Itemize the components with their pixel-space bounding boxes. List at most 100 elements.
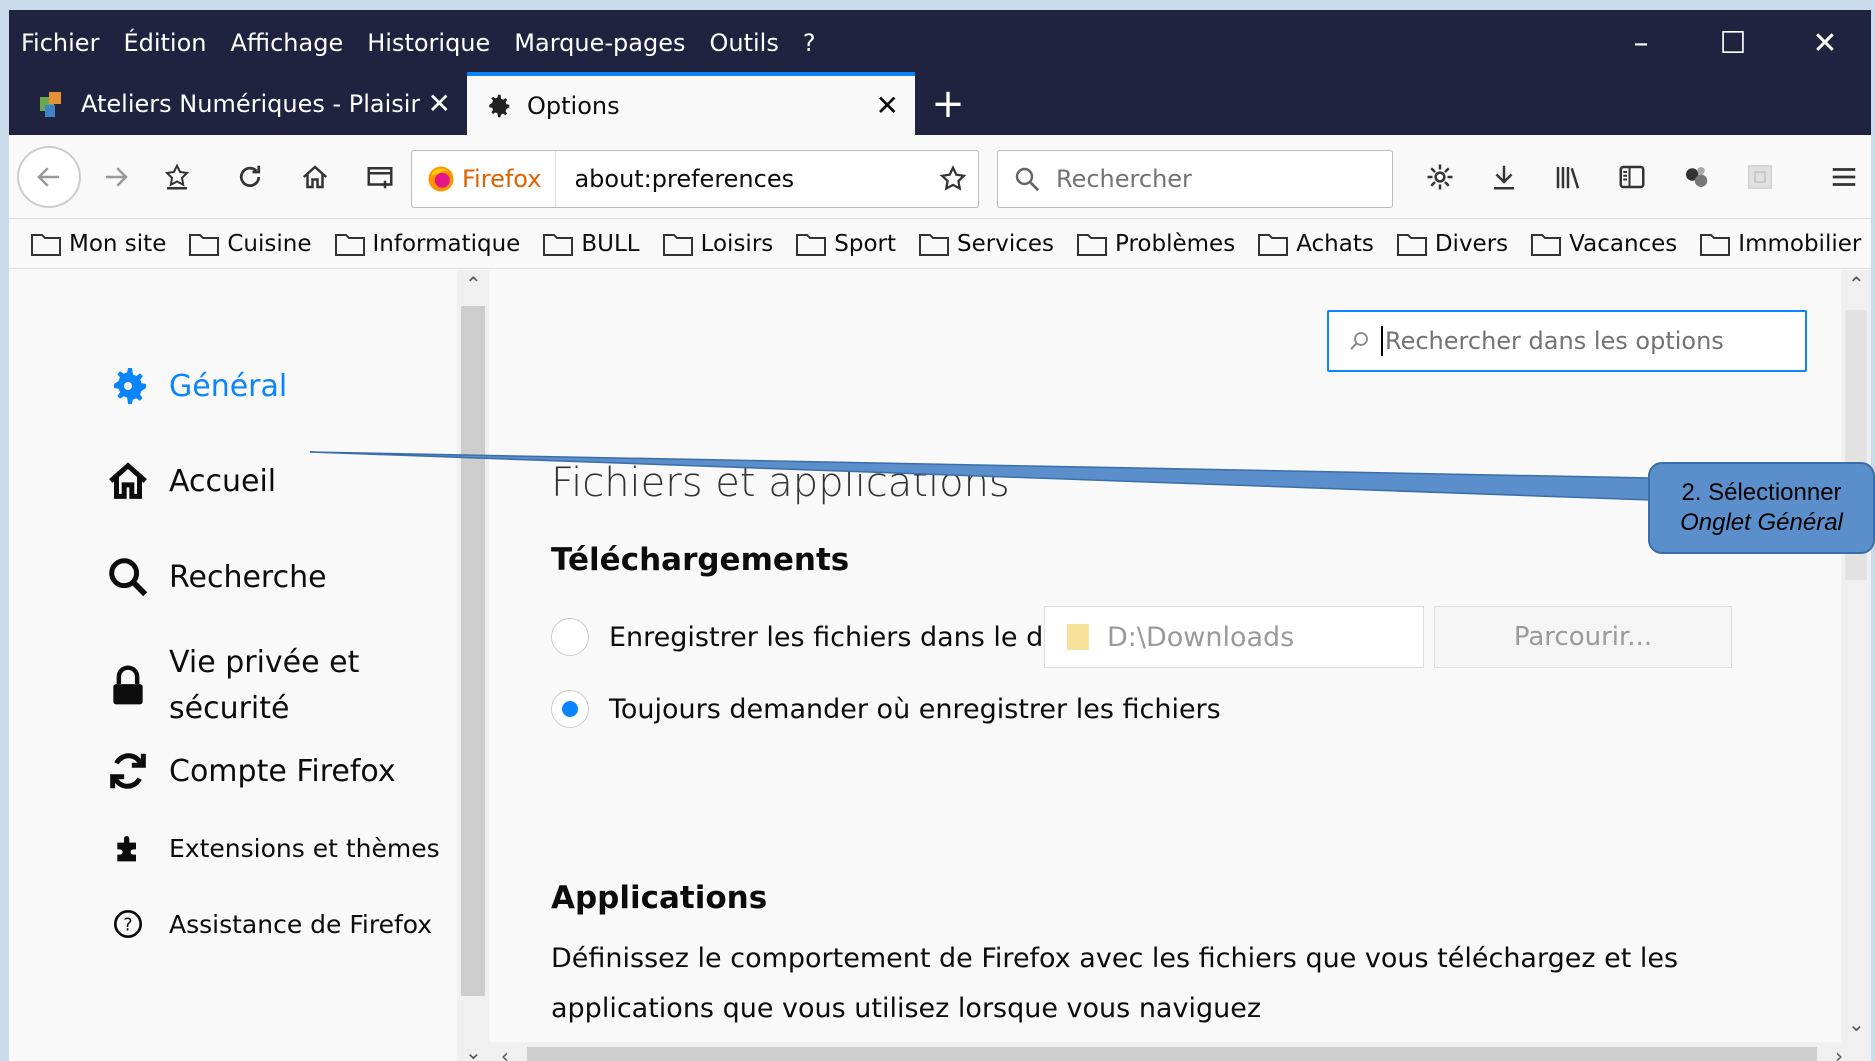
settings-button[interactable] — [1417, 146, 1463, 208]
category-general[interactable]: Général — [95, 362, 287, 410]
reload-button[interactable] — [227, 146, 273, 208]
bookmark-label: Problèmes — [1115, 230, 1236, 257]
bookmark-folder[interactable]: Mon site — [31, 231, 166, 257]
bookmark-folder[interactable]: Cuisine — [189, 231, 312, 257]
menu-fichier[interactable]: Fichier — [21, 29, 99, 57]
folder-icon — [334, 233, 365, 256]
radio-save-folder[interactable]: Enregistrer les fichiers dans le dossier — [551, 618, 1123, 656]
disabled-extension-icon — [1748, 165, 1772, 189]
bookmark-folder[interactable]: Informatique — [334, 231, 520, 257]
category-accueil[interactable]: Accueil — [95, 458, 276, 504]
scroll-up-arrow[interactable]: ⌃ — [1848, 272, 1865, 296]
tab-title: Ateliers Numériques - Plaisir — [81, 89, 421, 118]
category-compte-firefox[interactable]: Compte Firefox — [95, 748, 396, 794]
category-label-block: Vie privée et sécurité — [169, 640, 359, 732]
bookmark-label: Loisirs — [700, 230, 774, 257]
library-button[interactable] — [1545, 146, 1591, 208]
scroll-down-arrow[interactable]: ⌄ — [465, 1040, 482, 1061]
svg-text:?: ? — [123, 916, 132, 936]
category-label: Assistance de Firefox — [169, 909, 433, 939]
close-window-button[interactable]: ✕ — [1779, 18, 1871, 68]
bookmark-folder[interactable]: Problèmes — [1077, 231, 1235, 257]
scroll-right-arrow[interactable]: › — [1835, 1044, 1843, 1061]
bookmark-folder[interactable]: Services — [919, 231, 1054, 257]
menu-bar: Fichier Édition Affichage Historique Mar… — [21, 18, 840, 68]
tab-ateliers[interactable]: Ateliers Numériques - Plaisir ✕ — [21, 72, 467, 135]
folder-icon — [1067, 624, 1089, 650]
bookmark-star-button[interactable] — [928, 164, 978, 194]
bookmark-folder[interactable]: Immobilier — [1700, 231, 1861, 257]
radio-button[interactable] — [551, 618, 589, 656]
menu-outils[interactable]: Outils — [709, 29, 778, 57]
title-bar: Fichier Édition Affichage Historique Mar… — [9, 10, 1871, 135]
url-bar[interactable]: Firefox about:preferences — [411, 150, 979, 208]
download-icon — [1494, 165, 1514, 190]
pocket-button[interactable] — [1737, 146, 1783, 208]
extension-button[interactable] — [1673, 146, 1719, 208]
search-icon — [1015, 167, 1040, 192]
home-icon — [302, 165, 328, 189]
maximize-button[interactable]: ☐ — [1687, 18, 1779, 68]
bookmark-folder[interactable]: Sport — [796, 231, 896, 257]
radio-always-ask[interactable]: Toujours demander où enregistrer les fic… — [551, 690, 1221, 728]
text-cursor — [1381, 326, 1383, 356]
identity-label: Firefox — [462, 165, 542, 193]
sidebar-scrollbar[interactable]: ⌃ ⌄ — [457, 270, 489, 1061]
sidebar-scroll-thumb[interactable] — [461, 306, 485, 996]
minimize-button[interactable]: – — [1595, 18, 1687, 68]
sidebar-toggle-button[interactable] — [1609, 146, 1655, 208]
folder-icon — [189, 233, 220, 256]
menu-marque-pages[interactable]: Marque-pages — [514, 29, 685, 57]
tab-title: Options — [527, 91, 620, 120]
tab-options[interactable]: Options ✕ — [467, 72, 915, 135]
extension-circles-icon — [1686, 167, 1708, 187]
category-assistance[interactable]: ? Assistance de Firefox — [95, 908, 432, 940]
search-icon — [95, 554, 161, 600]
browse-button[interactable]: Parcourir... — [1434, 606, 1732, 668]
radio-button-selected[interactable] — [551, 690, 589, 728]
bookmark-folder[interactable]: Loisirs — [662, 230, 774, 257]
scroll-left-arrow[interactable]: ‹ — [501, 1044, 509, 1061]
bookmark-home-button[interactable] — [154, 146, 200, 208]
arrow-right-icon — [106, 167, 128, 187]
horizontal-scroll-thumb[interactable] — [527, 1047, 1817, 1061]
bookmark-label: Services — [957, 230, 1055, 257]
library-icon — [1556, 167, 1580, 189]
gear-icon — [489, 94, 510, 117]
downloads-button[interactable] — [1481, 146, 1527, 208]
menu-historique[interactable]: Historique — [367, 29, 490, 57]
bookmark-label: Sport — [834, 230, 897, 257]
puzzle-icon — [95, 832, 161, 864]
bookmark-label: Achats — [1296, 230, 1374, 257]
scroll-up-arrow[interactable]: ⌃ — [465, 272, 482, 296]
home-button[interactable] — [292, 146, 338, 208]
identity-box[interactable]: Firefox — [412, 151, 557, 207]
scroll-down-arrow[interactable]: ⌄ — [1848, 1012, 1865, 1036]
screenshot-button[interactable] — [357, 146, 403, 208]
close-tab-icon[interactable]: ✕ — [428, 87, 451, 120]
category-extensions[interactable]: Extensions et thèmes — [95, 832, 440, 864]
main-scrollbar[interactable]: ⌃ ⌄ — [1841, 270, 1871, 1042]
bookmark-folder[interactable]: Achats — [1258, 231, 1374, 257]
category-label: Recherche — [169, 559, 327, 595]
back-button[interactable] — [17, 146, 81, 208]
bookmark-folder[interactable]: Vacances — [1531, 231, 1677, 257]
url-text[interactable]: about:preferences — [556, 165, 928, 193]
bookmark-folder[interactable]: BULL — [543, 231, 640, 257]
new-tab-button[interactable]: + — [915, 72, 981, 135]
category-vie-privee[interactable]: Vie privée et sécurité — [95, 640, 359, 732]
menu-affichage[interactable]: Affichage — [230, 29, 343, 57]
folder-icon — [1531, 233, 1562, 256]
web-search-bar[interactable]: Rechercher — [997, 150, 1393, 208]
main-menu-button[interactable] — [1821, 146, 1867, 208]
menu-aide[interactable]: ? — [803, 29, 816, 57]
folder-icon — [1258, 233, 1289, 256]
bookmark-folder[interactable]: Divers — [1396, 231, 1508, 257]
close-tab-icon[interactable]: ✕ — [876, 89, 899, 122]
horizontal-scrollbar[interactable]: ‹ › — [489, 1042, 1871, 1061]
forward-button[interactable] — [91, 146, 141, 208]
menu-edition[interactable]: Édition — [123, 29, 206, 57]
folder-icon — [796, 233, 827, 256]
category-recherche[interactable]: Recherche — [95, 554, 327, 600]
options-search-input[interactable]: Rechercher dans les options — [1327, 310, 1807, 372]
